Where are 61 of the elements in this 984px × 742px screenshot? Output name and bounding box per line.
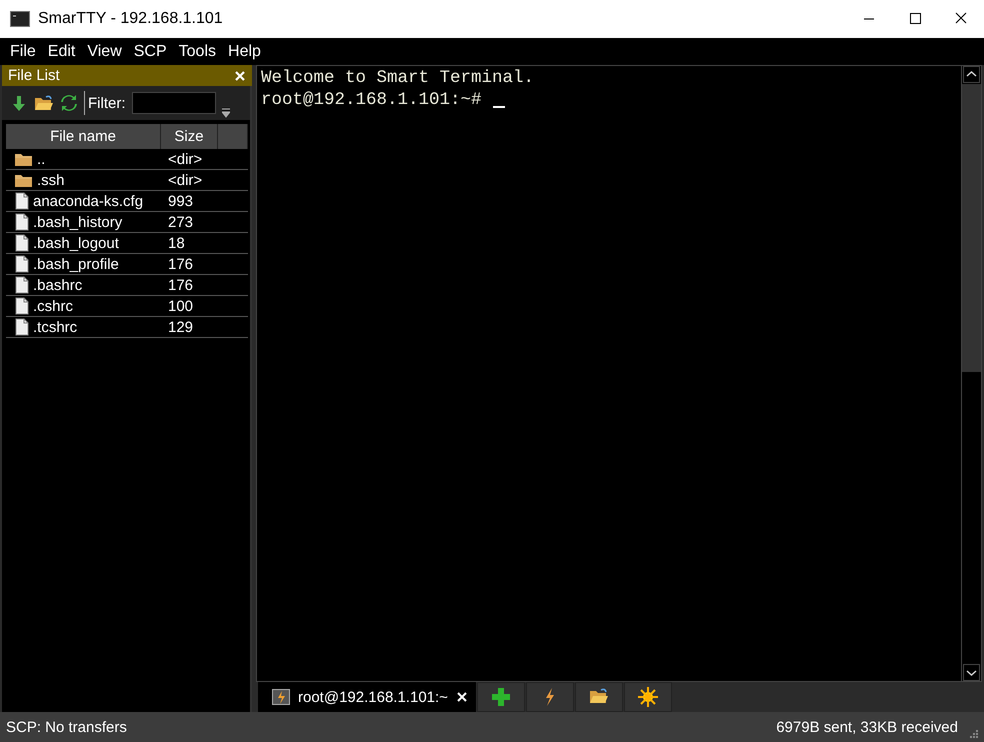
- file-name[interactable]: .bash_logout: [33, 234, 119, 252]
- session-tab[interactable]: root@192.168.1.101:~: [258, 682, 476, 712]
- download-icon[interactable]: [10, 94, 28, 112]
- plus-button[interactable]: [477, 682, 525, 712]
- panel-title: File List: [8, 67, 60, 84]
- transfer-stats: 6979B sent, 33KB received: [776, 718, 958, 736]
- menu-item[interactable]: File: [4, 42, 42, 60]
- file-name[interactable]: .ssh: [37, 172, 65, 188]
- lightning-button[interactable]: [526, 682, 574, 712]
- file-size: 176: [167, 256, 194, 272]
- status-text: SCP: No transfers: [6, 718, 127, 736]
- file-icon: [14, 318, 30, 336]
- file-icon: [14, 255, 30, 273]
- resize-grip-icon: [968, 729, 978, 739]
- terminal-icon: [272, 689, 290, 705]
- file-size: 18: [167, 234, 186, 252]
- file-size: <dir>: [167, 172, 204, 188]
- overflow-icon[interactable]: [222, 108, 230, 118]
- terminal-line: root@192.168.1.101:~#: [261, 89, 482, 111]
- file-name[interactable]: ..: [37, 150, 46, 168]
- sun-button[interactable]: [624, 682, 672, 712]
- sun-icon: [638, 687, 658, 707]
- menu-item[interactable]: Edit: [42, 42, 82, 60]
- file-name[interactable]: .bash_history: [33, 214, 122, 230]
- file-size: 273: [167, 214, 194, 230]
- file-icon: [14, 276, 30, 294]
- menu-item[interactable]: Tools: [172, 42, 222, 60]
- terminal-line: Welcome to Smart Terminal.: [261, 67, 534, 89]
- terminal-icon: [10, 11, 30, 27]
- file-name[interactable]: .bash_profile: [33, 256, 119, 272]
- scroll-up-icon[interactable]: [963, 66, 980, 83]
- file-icon: [14, 234, 30, 252]
- menu-item[interactable]: SCP: [128, 42, 173, 60]
- file-size: <dir>: [167, 150, 204, 168]
- file-size: 176: [167, 276, 194, 294]
- column-header[interactable]: File name: [6, 124, 161, 149]
- file-name[interactable]: anaconda-ks.cfg: [33, 192, 144, 210]
- file-name[interactable]: .cshrc: [33, 298, 74, 314]
- close-icon[interactable]: [456, 691, 468, 703]
- refresh-icon[interactable]: [60, 94, 78, 112]
- file-name[interactable]: .bashrc: [33, 276, 82, 294]
- file-icon: [14, 192, 30, 210]
- filter-label: Filter:: [88, 94, 126, 112]
- file-size: 129: [167, 318, 194, 336]
- close-icon[interactable]: [234, 70, 246, 82]
- file-size: 993: [167, 192, 194, 210]
- folder-open-icon[interactable]: [34, 94, 54, 112]
- tab-label: root@192.168.1.101:~: [298, 688, 448, 706]
- scroll-down-icon[interactable]: [963, 664, 980, 681]
- file-icon: [14, 297, 30, 315]
- plus-icon: [491, 687, 511, 707]
- window-title: SmarTTY - 192.168.1.101: [38, 10, 224, 28]
- file-size: 100: [167, 298, 194, 314]
- file-name[interactable]: .tcshrc: [33, 318, 78, 336]
- file-icon: [14, 213, 30, 231]
- column-header[interactable]: Size: [161, 124, 218, 149]
- filter-field[interactable]: [132, 92, 216, 114]
- menu-item[interactable]: View: [81, 42, 128, 60]
- folder-open-button[interactable]: [575, 682, 623, 712]
- menu-item[interactable]: Help: [222, 42, 267, 60]
- scrollbar-thumb[interactable]: [962, 84, 981, 372]
